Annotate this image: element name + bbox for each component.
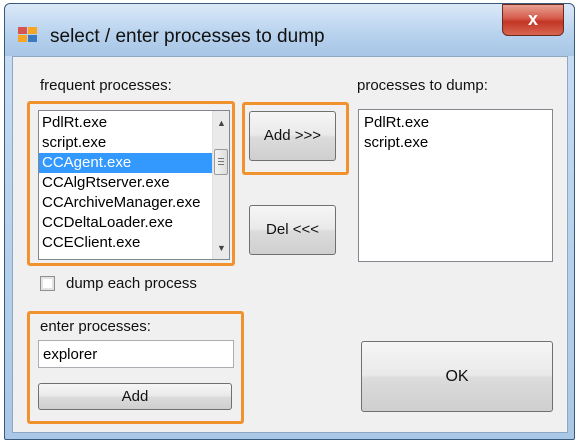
list-item[interactable]: CCAgent.exe	[39, 153, 213, 173]
ok-button[interactable]: OK	[361, 341, 553, 412]
list-item[interactable]: script.exe	[361, 133, 546, 153]
grip-line	[218, 158, 224, 159]
grip-line	[218, 161, 224, 162]
app-icon	[18, 25, 38, 45]
list-item[interactable]: PdlRt.exe	[361, 113, 546, 133]
window-title: select / enter processes to dump	[50, 26, 325, 47]
list-item[interactable]: CCArchiveManager.exe	[39, 193, 213, 213]
processes-to-dump-list[interactable]: PdlRt.exe script.exe	[358, 109, 553, 262]
frequent-processes-list[interactable]: PdlRt.exe script.exe CCAgent.exe CCAlgRt…	[38, 110, 230, 260]
enter-processes-input[interactable]	[38, 340, 234, 368]
close-button[interactable]: x	[502, 4, 564, 36]
remove-from-dump-button[interactable]: Del <<<	[249, 205, 336, 255]
processes-to-dump-label: processes to dump:	[357, 77, 488, 94]
dump-each-process-label: dump each process	[66, 275, 197, 292]
close-icon: x	[527, 9, 538, 29]
list-item[interactable]: script.exe	[39, 133, 213, 153]
list-item[interactable]: CCAlgRtserver.exe	[39, 173, 213, 193]
list-item[interactable]: CCEClient.exe	[39, 233, 213, 253]
grip-line	[218, 164, 224, 165]
scrollbar-thumb[interactable]	[214, 149, 228, 175]
list-item[interactable]: CCDeltaLoader.exe	[39, 213, 213, 233]
scroll-down-arrow-icon[interactable]: ▼	[213, 240, 229, 257]
list-item[interactable]: PdlRt.exe	[39, 113, 213, 133]
add-button[interactable]: Add	[38, 383, 232, 410]
enter-processes-label: enter processes:	[40, 318, 151, 335]
dump-each-process-checkbox[interactable]	[40, 276, 55, 291]
add-to-dump-button[interactable]: Add >>>	[249, 111, 336, 161]
frequent-processes-label: frequent processes:	[40, 77, 172, 94]
scroll-up-arrow-icon[interactable]: ▲	[213, 115, 229, 132]
vertical-scrollbar[interactable]: ▲ ▼	[212, 111, 229, 259]
